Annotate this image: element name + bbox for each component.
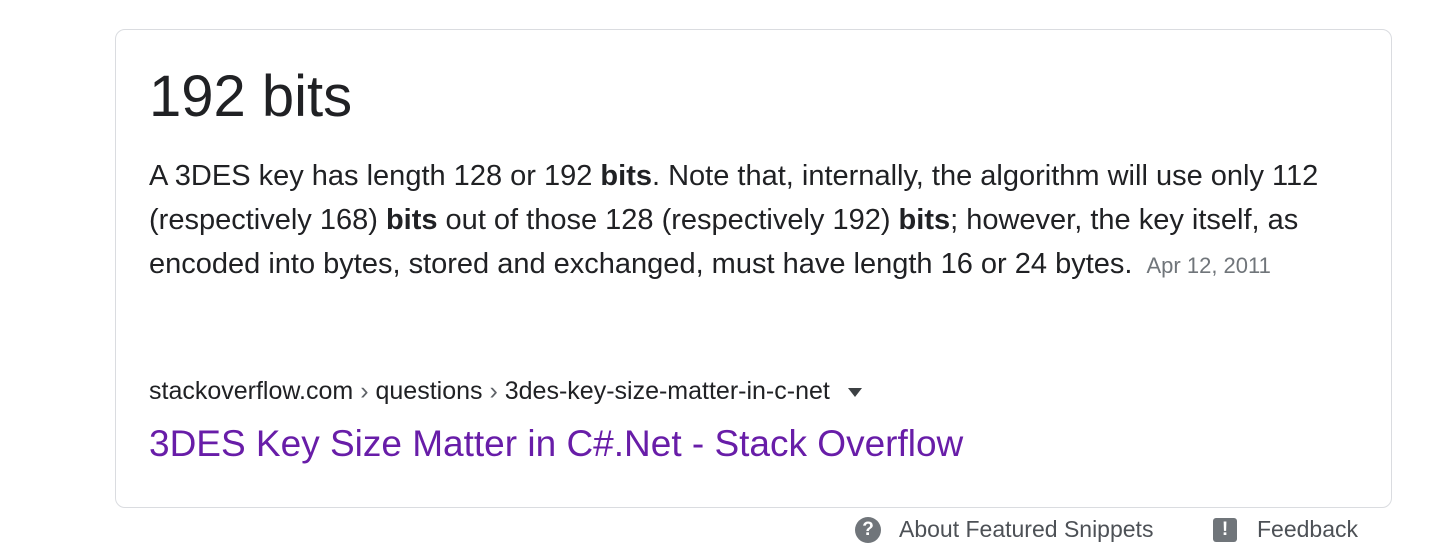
breadcrumb-segment: 3des-key-size-matter-in-c-net <box>504 377 830 405</box>
snippet-highlight: bits <box>600 160 652 192</box>
snippet-text-part: A 3DES key has length 128 or 192 <box>149 160 601 192</box>
breadcrumb-domain: stackoverflow.com <box>149 377 354 405</box>
breadcrumb: stackoverflow.com › questions › 3des-key… <box>149 374 862 408</box>
featured-snippet-card: 192 bits A 3DES key has length 128 or 19… <box>115 29 1392 508</box>
snippet-highlight: bits <box>898 204 951 236</box>
snippet-answer: 192 bits <box>149 64 353 129</box>
snippet-footer: ? About Featured Snippets ! Feedback <box>0 516 1430 556</box>
result-menu-dropdown-icon[interactable] <box>847 387 862 397</box>
snippet-text: A 3DES key has length 128 or 192 bits. N… <box>149 154 1369 288</box>
help-circle-icon: ? <box>855 516 881 543</box>
breadcrumb-separator: › <box>489 377 498 405</box>
about-featured-snippets-label: About Featured Snippets <box>899 516 1154 542</box>
feedback-link[interactable]: ! Feedback <box>1213 516 1358 543</box>
snippet-highlight: bits <box>385 204 438 236</box>
breadcrumb-separator: › <box>360 377 369 405</box>
breadcrumb-segment: questions <box>375 377 483 405</box>
result-title-link[interactable]: 3DES Key Size Matter in C#.Net - Stack O… <box>149 420 963 468</box>
feedback-label: Feedback <box>1257 516 1359 542</box>
snippet-date: Apr 12, 2011 <box>1146 253 1271 278</box>
about-featured-snippets-link[interactable]: ? About Featured Snippets <box>855 516 1153 543</box>
snippet-text-part: out of those 128 (respectively 192) <box>437 204 899 236</box>
